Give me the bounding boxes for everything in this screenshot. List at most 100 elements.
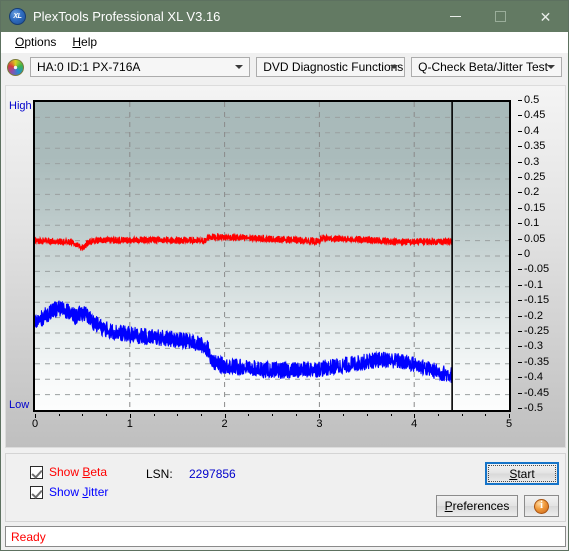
- x-tick-minor: [200, 414, 202, 416]
- x-tick-minor: [153, 414, 155, 416]
- graph-svg: [35, 102, 509, 410]
- menu-item-options-label: ptions: [24, 35, 57, 49]
- y-tick-label: 0.15: [524, 201, 546, 214]
- y-tick-label: -0.35: [524, 355, 550, 368]
- x-tick-minor: [437, 414, 439, 416]
- start-button-label: Start: [509, 466, 535, 481]
- menu-item-help[interactable]: Help: [64, 33, 105, 51]
- disc-icon: [7, 58, 24, 76]
- y-tick-label: 0.25: [524, 171, 546, 183]
- test-select-value: Q-Check Beta/Jitter Test: [418, 60, 548, 74]
- y-tick-mark: [518, 315, 522, 317]
- y-tick-label: 0.1: [524, 217, 540, 230]
- x-tick-label: 1: [126, 418, 133, 430]
- x-tick-minor: [485, 414, 487, 416]
- series-beta: [35, 232, 453, 252]
- y-tick-label: 0.05: [524, 232, 546, 245]
- preferences-button-label: Preferences: [444, 499, 510, 513]
- menu-bar: Options Help: [1, 32, 568, 53]
- y-tick-label: 0.4: [524, 124, 540, 137]
- preferences-button[interactable]: Preferences: [436, 495, 518, 517]
- y-tick-mark: [518, 346, 522, 348]
- y-tick-label: 0.45: [524, 109, 546, 122]
- y-tick-mark: [518, 146, 522, 148]
- y-tick-mark: [518, 115, 522, 117]
- minimize-button[interactable]: [433, 1, 478, 32]
- minimize-icon: [450, 16, 461, 17]
- x-axis: 0 1 2 3 4 5: [31, 414, 513, 436]
- window-title: PlexTools Professional XL V3.16: [33, 9, 221, 24]
- x-tick-minor: [58, 414, 60, 416]
- show-beta-checkbox[interactable]: [30, 465, 43, 479]
- x-tick-minor: [461, 414, 463, 416]
- x-tick-label: 4: [411, 418, 418, 430]
- y-tick-label: 0.5: [524, 94, 540, 106]
- y-tick-label: -0.25: [524, 325, 550, 337]
- plextools-logo-icon: XL: [9, 8, 26, 25]
- close-button[interactable]: ✕: [523, 1, 568, 32]
- lsn-value: 2297856: [189, 467, 236, 481]
- y-tick-mark: [518, 284, 522, 286]
- x-tick-minor: [272, 414, 273, 416]
- maximize-button[interactable]: [478, 1, 523, 32]
- y-tick-mark: [518, 392, 522, 394]
- show-jitter-checkbox-row[interactable]: Show Jitter: [30, 485, 108, 499]
- y-tick-mark: [518, 238, 522, 240]
- y-tick-label: -0.45: [524, 386, 550, 399]
- x-tick-label: 5: [505, 418, 513, 430]
- axis-label-high: High: [9, 100, 32, 112]
- series-jitter: [35, 300, 453, 383]
- x-tick-minor: [390, 414, 392, 416]
- close-icon: ✕: [539, 8, 552, 25]
- y-tick-label: -0.4: [524, 371, 543, 384]
- status-bar: Ready: [5, 526, 566, 547]
- chart-panel: High Low 0.5 0.45 0.4 0.35 0.3 0.25 0.2 0.15 0.1…: [5, 85, 566, 448]
- function-select[interactable]: DVD Diagnostic Functions: [256, 57, 406, 77]
- drive-select[interactable]: HA:0 ID:1 PX-716A: [30, 57, 251, 77]
- x-tick-minor: [248, 414, 250, 416]
- status-text: Ready: [11, 529, 46, 544]
- plot-area: [33, 100, 511, 412]
- info-icon: i: [534, 498, 549, 514]
- y-tick-label: 0.35: [524, 140, 546, 153]
- y-tick-mark: [518, 177, 522, 178]
- x-tick-minor: [366, 414, 368, 416]
- menu-item-help-label: elp: [81, 35, 98, 49]
- start-button[interactable]: Start: [485, 462, 559, 485]
- show-jitter-label: Show Jitter: [49, 485, 109, 499]
- lsn-label: LSN:: [146, 467, 173, 481]
- y-tick-mark: [518, 192, 522, 194]
- y-tick-label: 0: [524, 248, 531, 260]
- y-tick-label: -0.1: [524, 278, 543, 291]
- y-tick-label: -0.05: [524, 263, 550, 276]
- maximize-icon: [495, 11, 506, 22]
- y-axis: 0.5 0.45 0.4 0.35 0.3 0.25 0.2 0.15 0.1 0.05 0 -0.0…: [518, 94, 564, 418]
- x-tick-label: 0: [31, 418, 39, 430]
- controls-panel: Show Beta Show Jitter LSN: 2297856 Start…: [5, 453, 566, 522]
- x-tick-minor: [295, 414, 297, 416]
- y-tick-label: 0.2: [524, 186, 540, 199]
- x-tick-label: 2: [221, 418, 228, 430]
- y-tick-mark: [518, 269, 522, 271]
- function-select-value: DVD Diagnostic Functions: [263, 60, 404, 74]
- y-tick-label: -0.2: [524, 309, 543, 322]
- menu-item-options[interactable]: Options: [7, 33, 64, 51]
- show-jitter-checkbox[interactable]: [30, 485, 43, 499]
- test-select[interactable]: Q-Check Beta/Jitter Test: [411, 57, 562, 77]
- y-tick-mark: [518, 254, 522, 255]
- y-tick-label: -0.15: [524, 294, 550, 307]
- y-tick-mark: [518, 300, 522, 302]
- x-tick-minor: [343, 414, 345, 416]
- y-tick-mark: [518, 100, 522, 101]
- y-tick-label: -0.3: [524, 340, 543, 353]
- show-beta-checkbox-row[interactable]: Show Beta: [30, 465, 107, 479]
- y-tick-mark: [518, 361, 522, 363]
- beta-jitter-graph: [33, 100, 511, 412]
- info-button[interactable]: i: [524, 495, 559, 517]
- toolbar: HA:0 ID:1 PX-716A DVD Diagnostic Functio…: [1, 53, 568, 81]
- window-controls: ✕: [433, 1, 568, 32]
- x-tick-minor: [106, 414, 108, 416]
- y-tick-label: 0.3: [524, 155, 540, 168]
- y-tick-mark: [518, 161, 522, 163]
- show-beta-label: Show Beta: [49, 465, 108, 479]
